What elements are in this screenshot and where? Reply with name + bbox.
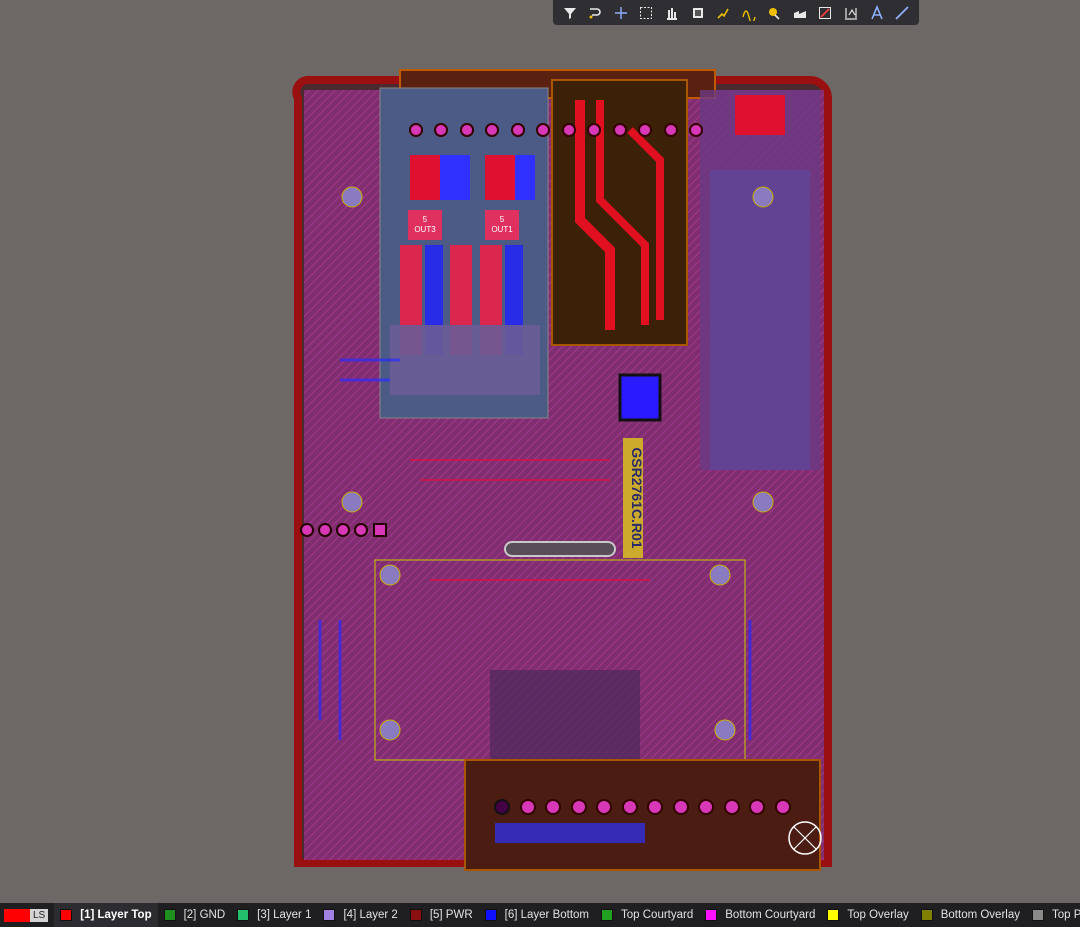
crosshair-button[interactable] — [611, 3, 631, 23]
via-button[interactable] — [764, 3, 784, 23]
layer-tab-label: [5] PWR — [429, 909, 473, 921]
string-button[interactable] — [867, 3, 887, 23]
layer-set-button[interactable]: LS — [4, 908, 49, 922]
select-rect-icon — [640, 6, 653, 19]
line-button[interactable] — [892, 3, 912, 23]
route-button[interactable] — [585, 3, 605, 23]
layer-swatch — [705, 909, 718, 921]
layer-tab-layer1[interactable]: [3] Layer 1 — [231, 903, 317, 927]
mounting-hole-7 — [379, 719, 401, 741]
layer-swatch — [237, 909, 250, 921]
line-icon — [895, 5, 909, 20]
layer-swatch — [323, 909, 336, 921]
mounting-hole-8 — [714, 719, 736, 741]
cap-left-3 — [485, 155, 515, 200]
silk-label-out1: OUT1 — [491, 225, 513, 234]
filter-icon — [563, 7, 576, 19]
differential-pair-icon — [742, 9, 756, 21]
component-icon — [692, 7, 703, 18]
polygon-pour-icon — [793, 10, 806, 18]
center-ic — [618, 373, 662, 422]
dimension-button[interactable] — [841, 3, 861, 23]
board-slot — [504, 541, 616, 557]
cap-left-1 — [410, 155, 440, 200]
layer-swatch — [163, 909, 176, 921]
layer-swatch — [60, 909, 73, 921]
relay-area — [551, 79, 688, 346]
pcb-active-bar-toolbar — [553, 0, 919, 25]
string-icon — [870, 4, 883, 19]
layer-tabs-bar: LS [1] Layer Top [2] GND [3] Layer 1 [4]… — [0, 903, 1080, 927]
layer-tab-layer2[interactable]: [4] Layer 2 — [317, 903, 403, 927]
layer-tab-gnd[interactable]: [2] GND — [158, 903, 232, 927]
layer-swatch — [920, 909, 933, 921]
mounting-hole-3 — [341, 491, 363, 513]
layer-swatch — [1031, 909, 1044, 921]
silk-label-5a: 5 — [423, 215, 428, 224]
mounting-hole-5 — [379, 564, 401, 586]
current-layer-swatch — [4, 908, 30, 922]
layer-tab-top-paste[interactable]: Top Paste — [1026, 903, 1080, 927]
layer-tab-label: Bottom Courtyard — [725, 909, 816, 921]
layer-swatch — [601, 909, 614, 921]
layer-tab-label: [6] Layer Bottom — [504, 909, 590, 921]
layer-swatch — [827, 909, 840, 921]
layer-tab-label: Bottom Overlay — [940, 909, 1020, 921]
align-icon — [667, 7, 678, 20]
layer-swatch — [409, 909, 422, 921]
align-button[interactable] — [662, 3, 682, 23]
route-icon — [589, 7, 602, 18]
differential-pair-button[interactable] — [739, 3, 759, 23]
mounting-hole-4 — [752, 491, 774, 513]
layer-tab-label: Top Overlay — [847, 909, 909, 921]
crosshair-icon — [614, 6, 627, 19]
layer-tab-bottom-courtyard[interactable]: Bottom Courtyard — [699, 903, 821, 927]
layer-swatch — [484, 909, 497, 921]
layer-tab-label: [1] Layer Top — [80, 909, 152, 921]
layer-tab-label: [3] Layer 1 — [257, 909, 312, 921]
polygon-pour-button[interactable] — [790, 3, 810, 23]
filter-button[interactable] — [560, 3, 580, 23]
via-icon — [769, 7, 780, 20]
bottom-connector — [464, 759, 821, 871]
cap-left-4 — [515, 155, 535, 200]
layer-tab-pwr[interactable]: [5] PWR — [404, 903, 479, 927]
select-rect-button[interactable] — [636, 3, 656, 23]
layer-tab-top-overlay[interactable]: Top Overlay — [821, 903, 914, 927]
layer-tab-label: [2] GND — [183, 909, 226, 921]
layer-tab-label: [4] Layer 2 — [343, 909, 398, 921]
layer-tab-bottom[interactable]: [6] Layer Bottom — [479, 903, 595, 927]
layer-tab-label: Top Paste — [1051, 909, 1080, 921]
layer-tab-top-courtyard[interactable]: Top Courtyard — [595, 903, 699, 927]
interactive-route-button[interactable] — [713, 3, 733, 23]
cap-left-2 — [440, 155, 470, 200]
dimension-icon — [844, 7, 857, 20]
mounting-hole-1 — [341, 186, 363, 208]
keepout-button[interactable] — [815, 3, 835, 23]
layer-tab-bottom-overlay[interactable]: Bottom Overlay — [915, 903, 1026, 927]
keepout-icon — [819, 6, 832, 19]
layer-set-label: LS — [30, 908, 49, 922]
layer-tab-top[interactable]: [1] Layer Top — [54, 903, 158, 927]
interactive-route-icon — [717, 8, 729, 19]
silk-label-5b: 5 — [500, 215, 505, 224]
pcb-board-view[interactable]: 5 OUT3 5 OUT1 GSR2761C.R01 — [280, 60, 840, 880]
board-part-number: GSR2761C.R01 — [629, 447, 645, 548]
mounting-hole-2 — [752, 186, 774, 208]
layer-tab-label: Top Courtyard — [621, 909, 694, 921]
mounting-hole-6 — [709, 564, 731, 586]
pcb-board: 5 OUT3 5 OUT1 GSR2761C.R01 — [292, 69, 832, 871]
component-button[interactable] — [688, 3, 708, 23]
silk-label-out3: OUT3 — [414, 225, 436, 234]
